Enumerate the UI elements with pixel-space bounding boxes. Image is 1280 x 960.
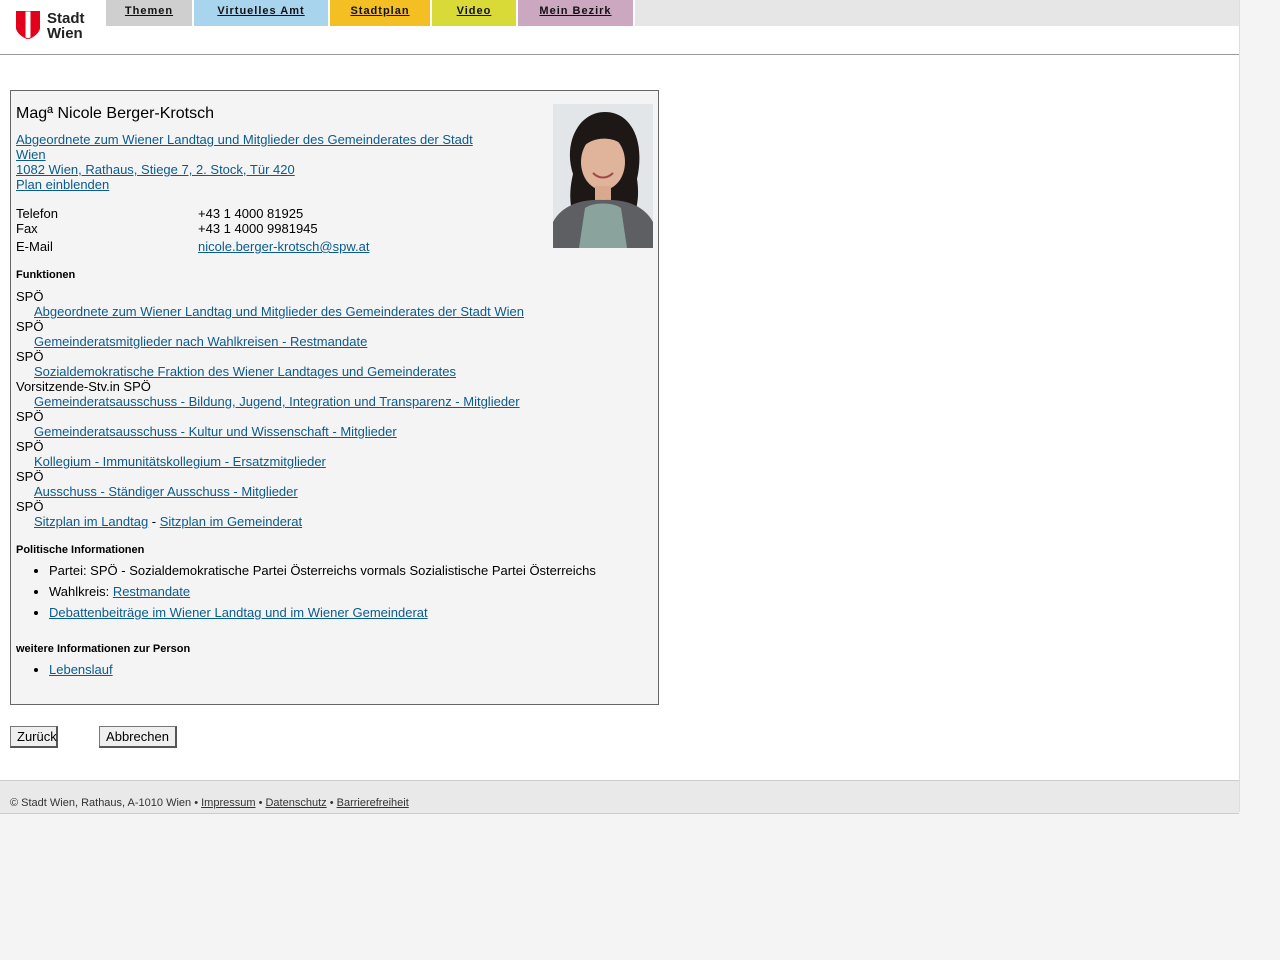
function-role-link[interactable]: Sozialdemokratische Fraktion des Wiener … xyxy=(16,364,456,379)
cv-item: Lebenslauf xyxy=(49,662,113,677)
function-org: SPÖ xyxy=(16,349,44,364)
tab-mein-bezirk[interactable]: Mein Bezirk xyxy=(518,0,635,26)
function-org: Vorsitzende-Stv.in SPÖ xyxy=(16,379,151,394)
person-address-block: Abgeordnete zum Wiener Landtag und Mitgl… xyxy=(16,132,496,192)
district-item: Wahlkreis: Restmandate xyxy=(49,584,596,599)
stadt-wien-logo[interactable]: Stadt Wien xyxy=(16,9,96,43)
tab-virtuelles-amt[interactable]: Virtuelles Amt xyxy=(194,0,330,26)
debates-link[interactable]: Debattenbeiträge im Wiener Landtag und i… xyxy=(49,605,428,620)
role-link-line1: Abgeordnete zum Wiener Landtag und Mitgl… xyxy=(16,132,473,147)
phone-label: Telefon xyxy=(16,206,58,221)
footer-text: © Stadt Wien, Rathaus, A-1010 Wien • Imp… xyxy=(10,797,409,809)
main-navigation: Themen Virtuelles Amt Stadtplan Video Me… xyxy=(106,0,1239,26)
person-name: Magª Nicole Berger-Krotsch xyxy=(16,105,214,122)
address-link[interactable]: 1082 Wien, Rathaus, Stiege 7, 2. Stock, … xyxy=(16,162,295,177)
function-role-link[interactable]: Ausschuss - Ständiger Ausschuss - Mitgli… xyxy=(16,484,298,499)
back-button[interactable]: Zurück xyxy=(10,726,58,748)
fax-label: Fax xyxy=(16,221,38,236)
further-info-list: Lebenslauf xyxy=(16,662,113,683)
function-item: SPÖ Gemeinderatsmitglieder nach Wahlkrei… xyxy=(16,319,367,349)
further-info-heading: weitere Informationen zur Person xyxy=(16,643,191,655)
cv-link[interactable]: Lebenslauf xyxy=(49,662,113,677)
tab-stadtplan[interactable]: Stadtplan xyxy=(330,0,432,26)
function-org: SPÖ xyxy=(16,439,44,454)
function-item: SPÖ Gemeinderatsausschuss - Kultur und W… xyxy=(16,409,397,439)
function-role-link[interactable]: Kollegium - Immunitätskollegium - Ersatz… xyxy=(16,454,326,469)
function-role-link[interactable]: Gemeinderatsmitglieder nach Wahlkreisen … xyxy=(16,334,367,349)
function-item: SPÖ Abgeordnete zum Wiener Landtag und M… xyxy=(16,289,524,319)
email-link[interactable]: nicole.berger-krotsch@spw.at xyxy=(198,239,369,254)
footer-separator: • xyxy=(255,797,266,809)
person-card: Magª Nicole Berger-Krotsch Abgeordnete z… xyxy=(10,90,659,705)
district-label: Wahlkreis: xyxy=(49,584,113,599)
email-label: E-Mail xyxy=(16,239,53,254)
datenschutz-link[interactable]: Datenschutz xyxy=(265,797,326,809)
function-item: SPÖ Ausschuss - Ständiger Ausschuss - Mi… xyxy=(16,469,298,499)
copyright-text: © Stadt Wien, Rathaus, A-1010 Wien • xyxy=(10,797,202,809)
function-item: SPÖ Sozialdemokratische Fraktion des Wie… xyxy=(16,349,456,379)
function-org: SPÖ xyxy=(16,409,44,424)
logo-text-line2: Wien xyxy=(47,25,83,42)
district-link[interactable]: Restmandate xyxy=(113,584,190,599)
person-photo xyxy=(553,104,653,248)
seating-org: SPÖ xyxy=(16,499,44,514)
function-org: SPÖ xyxy=(16,319,44,334)
logo-text-line1: Stadt xyxy=(47,10,85,27)
seating-links: Sitzplan im Landtag - Sitzplan im Gemein… xyxy=(16,514,302,529)
function-role-link[interactable]: Abgeordnete zum Wiener Landtag und Mitgl… xyxy=(16,304,524,319)
wien-shield-icon xyxy=(16,11,40,39)
political-info-heading: Politische Informationen xyxy=(16,544,145,556)
debates-item: Debattenbeiträge im Wiener Landtag und i… xyxy=(49,605,596,620)
functions-heading: Funktionen xyxy=(16,269,76,281)
role-link[interactable]: Abgeordnete zum Wiener Landtag und Mitgl… xyxy=(16,132,473,162)
show-plan-link[interactable]: Plan einblenden xyxy=(16,177,109,192)
political-info-list: Partei: SPÖ - Sozialdemokratische Partei… xyxy=(16,563,596,626)
tab-video[interactable]: Video xyxy=(432,0,518,26)
barrierefreiheit-link[interactable]: Barrierefreiheit xyxy=(337,797,409,809)
seat-plan-landtag-link[interactable]: Sitzplan im Landtag xyxy=(34,514,148,529)
fax-value: +43 1 4000 9981945 xyxy=(198,221,318,236)
cancel-button[interactable]: Abbrechen xyxy=(99,726,177,748)
function-org: SPÖ xyxy=(16,289,44,304)
seating-plan-item: SPÖ Sitzplan im Landtag - Sitzplan im Ge… xyxy=(16,499,302,529)
tab-themen[interactable]: Themen xyxy=(106,0,194,26)
function-org: SPÖ xyxy=(16,469,44,484)
page: Stadt Wien Themen Virtuelles Amt Stadtpl… xyxy=(0,0,1240,814)
phone-value: +43 1 4000 81925 xyxy=(198,206,304,221)
role-link-line2: Wien xyxy=(16,147,46,162)
portrait-image xyxy=(553,104,653,248)
function-item: SPÖ Kollegium - Immunitätskollegium - Er… xyxy=(16,439,326,469)
site-footer: © Stadt Wien, Rathaus, A-1010 Wien • Imp… xyxy=(0,780,1239,814)
impressum-link[interactable]: Impressum xyxy=(201,797,255,809)
function-role-link[interactable]: Gemeinderatsausschuss - Kultur und Wisse… xyxy=(16,424,397,439)
function-item: Vorsitzende-Stv.in SPÖ Gemeinderatsaussc… xyxy=(16,379,520,409)
party-item: Partei: SPÖ - Sozialdemokratische Partei… xyxy=(49,563,596,578)
seat-plan-separator: - xyxy=(148,514,160,529)
function-role-link[interactable]: Gemeinderatsausschuss - Bildung, Jugend,… xyxy=(16,394,520,409)
footer-separator: • xyxy=(326,797,337,809)
site-header: Stadt Wien Themen Virtuelles Amt Stadtpl… xyxy=(0,0,1239,55)
seat-plan-gemeinderat-link[interactable]: Sitzplan im Gemeinderat xyxy=(160,514,302,529)
